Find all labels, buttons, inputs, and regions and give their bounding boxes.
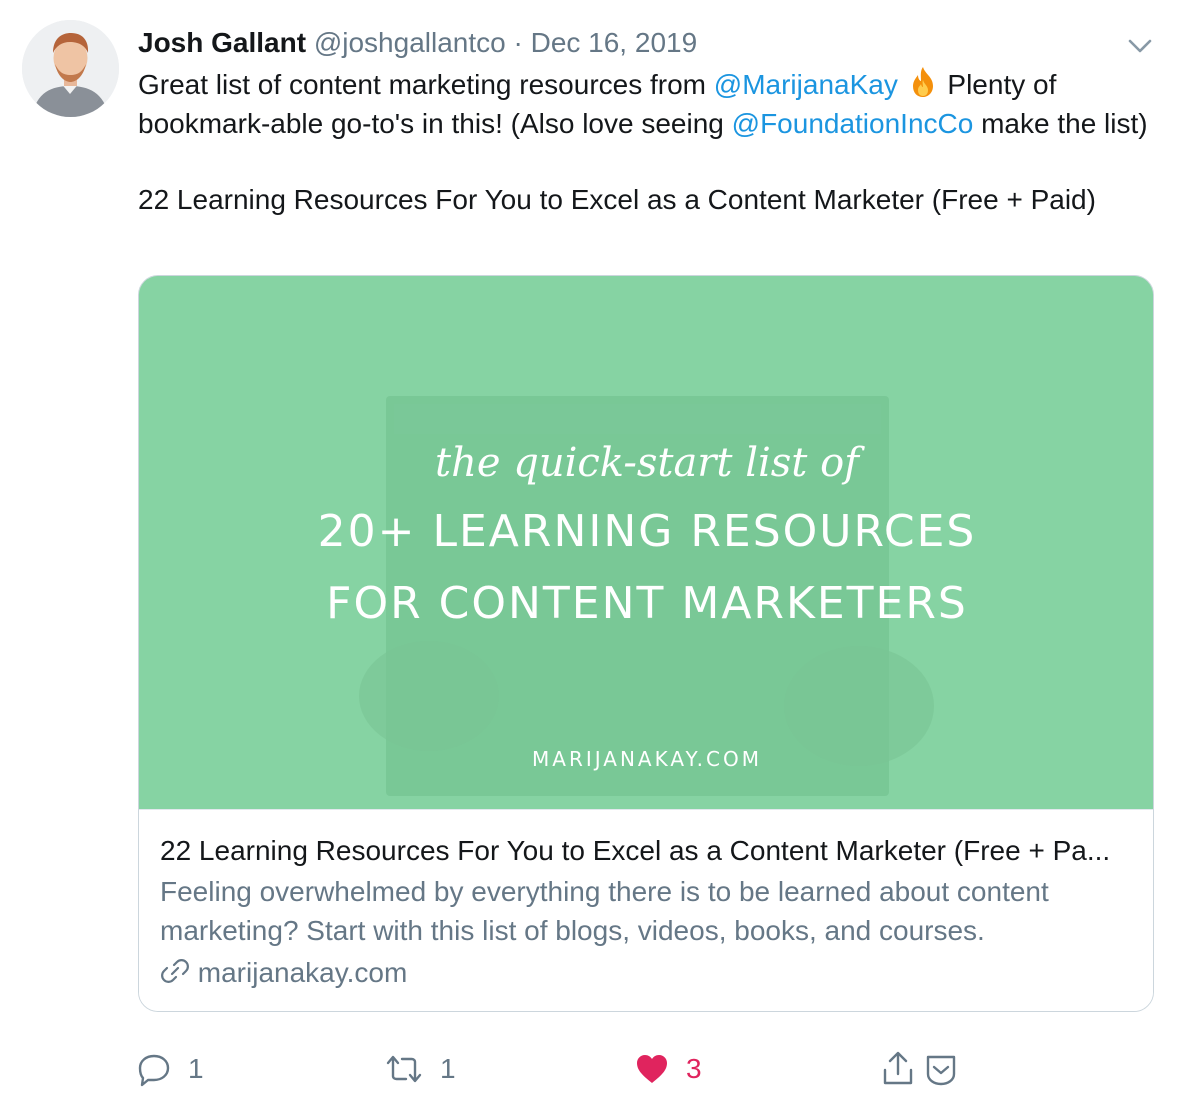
tweet-actions: 1 1 3 — [0, 1045, 1182, 1095]
card-domain: marijanakay.com — [160, 954, 407, 992]
tweet-text-part3: make the list) — [973, 107, 1148, 139]
link-card[interactable]: the quick-start list of 20+ LEARNING RES… — [138, 275, 1154, 1012]
mention-marijanakay[interactable]: @MarijanaKay — [714, 69, 898, 100]
like-icon — [634, 1051, 670, 1087]
retweet-icon — [384, 1051, 424, 1087]
card-image-line1: the quick-start list of — [435, 440, 865, 486]
mention-foundationincco[interactable]: @FoundationIncCo — [732, 108, 974, 139]
tweet-text: Great list of content marketing resource… — [138, 65, 1148, 220]
author-name[interactable]: Josh Gallant — [138, 27, 306, 58]
card-image-line3: FOR CONTENT MARKETERS — [326, 578, 968, 629]
card-image: the quick-start list of 20+ LEARNING RES… — [139, 276, 1153, 809]
avatar-photo — [22, 20, 119, 117]
share-icon — [880, 1050, 916, 1088]
chevron-down-icon[interactable] — [1124, 30, 1156, 62]
tweet-date[interactable]: Dec 16, 2019 — [531, 27, 698, 58]
save-icon — [922, 1050, 960, 1088]
card-title: 22 Learning Resources For You to Excel a… — [160, 835, 1111, 866]
reply-button[interactable]: 1 — [136, 1045, 204, 1093]
tweet-header: Josh Gallant @joshgallantco · Dec 16, 20… — [138, 24, 1122, 62]
like-button[interactable]: 3 — [634, 1045, 702, 1093]
tweet-text-part1: Great list of content marketing resource… — [138, 69, 714, 100]
card-description: Feeling overwhelmed by everything there … — [160, 876, 1049, 946]
fire-emoji-icon — [906, 65, 940, 99]
reply-icon — [136, 1051, 172, 1087]
reply-count: 1 — [188, 1053, 204, 1084]
tweet-link-text: 22 Learning Resources For You to Excel a… — [138, 184, 1096, 215]
separator: · — [513, 27, 523, 58]
card-image-footer: MARIJANAKAY.COM — [532, 747, 762, 771]
author-handle[interactable]: @joshgallantco — [314, 27, 506, 58]
card-image-line2: 20+ LEARNING RESOURCES — [318, 506, 977, 557]
card-body: 22 Learning Resources For You to Excel a… — [139, 809, 1153, 1011]
retweet-count: 1 — [440, 1053, 456, 1084]
save-button[interactable] — [922, 1045, 960, 1093]
like-count: 3 — [686, 1053, 702, 1084]
avatar[interactable] — [22, 20, 119, 117]
retweet-button[interactable]: 1 — [384, 1045, 456, 1093]
share-button[interactable] — [880, 1045, 916, 1093]
link-icon — [160, 956, 190, 986]
card-domain-text: marijanakay.com — [197, 957, 408, 988]
